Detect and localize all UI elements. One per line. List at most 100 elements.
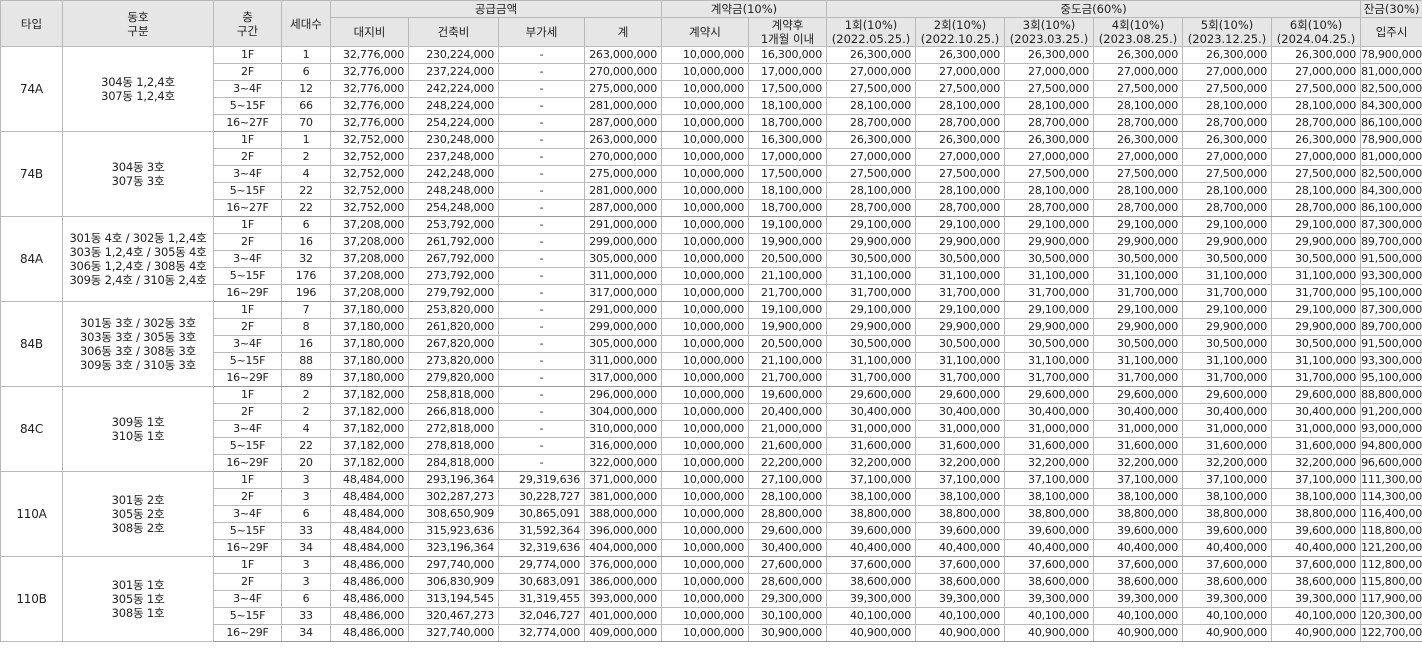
total-cell: 291,000,000 <box>583 216 663 234</box>
land-cell: 32,752,000 <box>330 148 409 166</box>
installment-5-cell: 31,000,000 <box>1182 420 1273 438</box>
deposit-contract-cell: 10,000,000 <box>661 624 750 642</box>
installment-4-cell: 40,400,000 <box>1093 539 1184 557</box>
table-row: 74B 304동 3호 307동 3호 1F 1 32,752,000 230,248,00… <box>0 131 1422 217</box>
table-row: 3~4F 6 48,486,000 313,194,545 31,319,455 393,… <box>1 590 1422 608</box>
table-body: 74A 304동 1,2,4호 307동 1,2,4호 1F 1 32,776,000 23… <box>0 46 1422 642</box>
installment-5-cell: 39,300,000 <box>1182 590 1273 608</box>
dong-line: 306동 3호 / 308동 3호 <box>80 344 196 358</box>
installment-3-cell: 27,000,000 <box>1004 63 1095 81</box>
balance-cell: 93,000,000 <box>1360 420 1422 438</box>
vat-cell: - <box>498 216 585 234</box>
table-row: 3~4F 4 37,182,000 272,818,000-310,000,000 10… <box>1 420 1422 438</box>
installment-5-cell: 38,600,000 <box>1182 573 1273 591</box>
balance-cell: 82,500,000 <box>1360 165 1422 183</box>
installment-6-cell: 39,300,000 <box>1271 590 1362 608</box>
deposit-after-cell: 20,500,000 <box>748 250 828 268</box>
installment-1-cell: 40,100,000 <box>826 607 917 625</box>
units-cell: 16 <box>281 233 331 251</box>
installment-2-cell: 26,300,000 <box>915 131 1006 149</box>
deposit-after-cell: 20,500,000 <box>748 335 828 353</box>
total-cell: 281,000,000 <box>583 182 663 200</box>
installment-4-cell: 28,100,000 <box>1093 97 1184 115</box>
installment-4-cell: 28,700,000 <box>1093 114 1184 132</box>
installment-6-cell: 29,100,000 <box>1271 301 1362 319</box>
floor-cell: 3~4F <box>213 420 282 438</box>
installment-5-cell: 29,900,000 <box>1182 318 1273 336</box>
installment-5-cell: 31,100,000 <box>1182 267 1273 285</box>
building-cell: 267,792,000 <box>408 250 499 268</box>
header-floor: 층 구간 <box>213 0 282 47</box>
units-cell: 16 <box>281 335 331 353</box>
vat-cell: 32,046,727 <box>498 607 585 625</box>
installment-3-cell: 38,100,000 <box>1004 488 1095 506</box>
installment-5-cell: 29,600,000 <box>1182 386 1273 404</box>
units-cell: 12 <box>281 80 331 98</box>
floor-cell: 3~4F <box>213 80 282 98</box>
balance-cell: 95,100,000 <box>1360 369 1422 387</box>
type-cell: 84B <box>0 301 63 387</box>
installment-5-cell: 27,500,000 <box>1182 165 1273 183</box>
total-cell: 299,000,000 <box>583 318 663 336</box>
floor-cell: 1F <box>213 386 282 404</box>
table-row: 5~15F 66 32,776,000 248,224,000-281,000,000… <box>1 97 1422 115</box>
deposit-after-cell: 29,300,000 <box>748 590 828 608</box>
building-cell: 248,248,000 <box>408 182 499 200</box>
installment-1-cell: 26,300,000 <box>826 46 917 64</box>
installment-1-cell: 39,600,000 <box>826 522 917 540</box>
installment-4-cell: 29,100,000 <box>1093 301 1184 319</box>
deposit-after-cell: 19,900,000 <box>748 233 828 251</box>
table-row: 5~15F 176 37,208,000 273,792,000-311,000,00… <box>1 267 1422 285</box>
building-cell: 242,224,000 <box>408 80 499 98</box>
header-installment-6: 6회(10%) (2024.04.25.) <box>1271 17 1362 47</box>
building-cell: 306,830,909 <box>408 573 499 591</box>
deposit-after-cell: 27,600,000 <box>748 556 828 574</box>
installment-1-cell: 31,700,000 <box>826 369 917 387</box>
header-installment-3: 3회(10%) (2023.03.25.) <box>1004 17 1095 47</box>
floor-cell: 1F <box>213 131 282 149</box>
balance-cell: 89,700,000 <box>1360 318 1422 336</box>
installment-3-cell: 27,500,000 <box>1004 165 1095 183</box>
installment-1-cell: 27,500,000 <box>826 165 917 183</box>
table-row: 5~15F 88 37,180,000 273,820,000-311,000,000… <box>1 352 1422 370</box>
installment-4-cell: 39,600,000 <box>1093 522 1184 540</box>
installment-6-cell: 32,200,000 <box>1271 454 1362 472</box>
deposit-contract-cell: 10,000,000 <box>661 607 750 625</box>
deposit-contract-cell: 10,000,000 <box>661 301 750 319</box>
installment-6-cell: 31,100,000 <box>1271 267 1362 285</box>
deposit-after-cell: 28,600,000 <box>748 573 828 591</box>
total-cell: 287,000,000 <box>583 199 663 217</box>
building-cell: 284,818,000 <box>408 454 499 472</box>
vat-cell: - <box>498 386 585 404</box>
installment-6-cell: 38,600,000 <box>1271 573 1362 591</box>
land-cell: 48,484,000 <box>330 522 409 540</box>
land-cell: 37,180,000 <box>330 301 409 319</box>
vat-cell: - <box>498 131 585 149</box>
installment-3-cell: 29,600,000 <box>1004 386 1095 404</box>
total-cell: 263,000,000 <box>583 131 663 149</box>
installment-3-cell: 29,900,000 <box>1004 233 1095 251</box>
total-cell: 305,000,000 <box>583 335 663 353</box>
land-cell: 37,180,000 <box>330 369 409 387</box>
land-cell: 37,182,000 <box>330 437 409 455</box>
vat-cell: 29,319,636 <box>498 471 585 489</box>
building-cell: 253,820,000 <box>408 301 499 319</box>
units-cell: 34 <box>281 624 331 642</box>
installment-2-cell: 31,600,000 <box>915 437 1006 455</box>
installment-6-cell: 40,900,000 <box>1271 624 1362 642</box>
table-row: 3~4F 16 37,180,000 267,820,000-305,000,000 1… <box>1 335 1422 353</box>
installment-5-cell: 30,500,000 <box>1182 250 1273 268</box>
installment-1-cell: 37,600,000 <box>826 556 917 574</box>
installment-4-cell: 29,600,000 <box>1093 386 1184 404</box>
total-cell: 393,000,000 <box>583 590 663 608</box>
dong-cell: 304동 3호 307동 3호 <box>62 131 214 217</box>
total-cell: 275,000,000 <box>583 165 663 183</box>
deposit-contract-cell: 10,000,000 <box>661 369 750 387</box>
units-cell: 33 <box>281 522 331 540</box>
deposit-after-cell: 28,100,000 <box>748 488 828 506</box>
deposit-contract-cell: 10,000,000 <box>661 522 750 540</box>
building-cell: 254,248,000 <box>408 199 499 217</box>
total-cell: 310,000,000 <box>583 420 663 438</box>
installment-1-cell: 31,600,000 <box>826 437 917 455</box>
building-cell: 293,196,364 <box>408 471 499 489</box>
